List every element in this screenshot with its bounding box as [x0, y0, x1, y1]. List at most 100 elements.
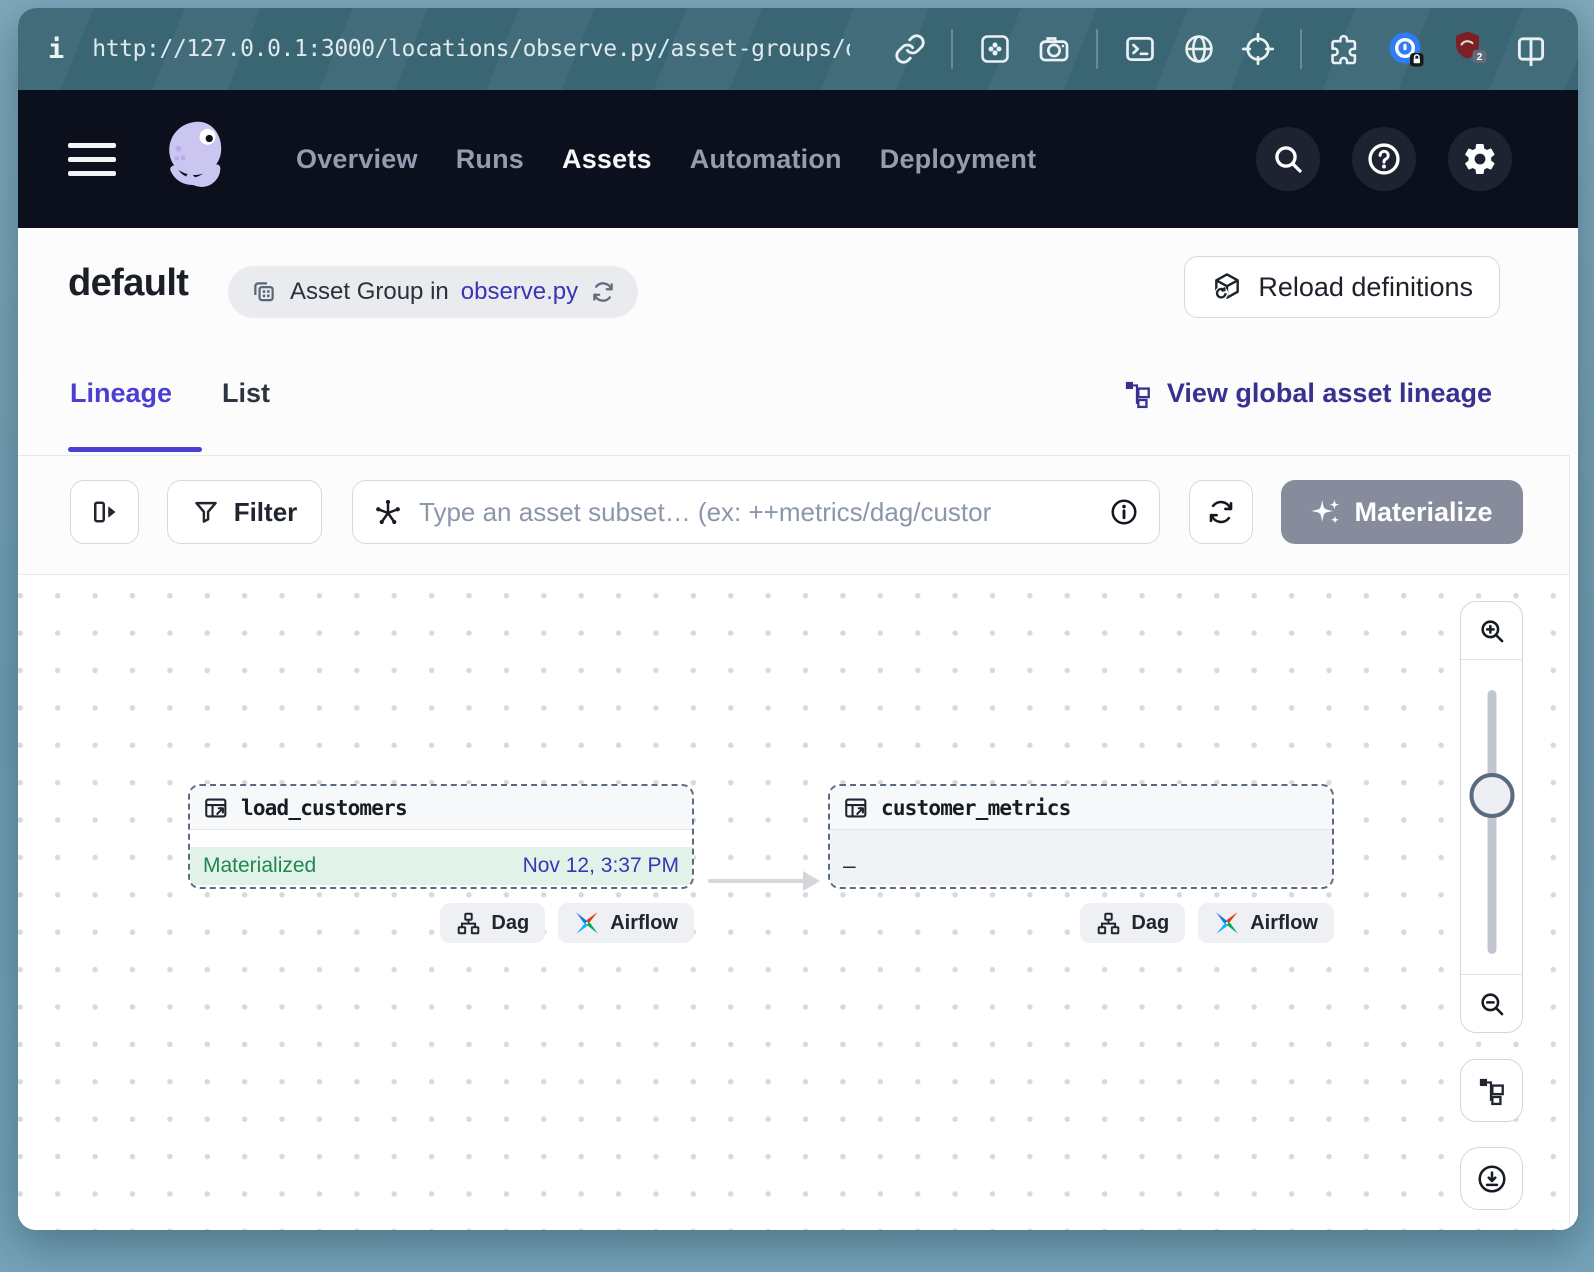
info-icon[interactable] [1109, 497, 1139, 527]
search-icon [1272, 143, 1304, 175]
asset-name: customer_metrics [881, 796, 1071, 820]
globe-icon[interactable] [1182, 32, 1216, 66]
browser-toolbar: i http://127.0.0.1:3000/locations/observ… [18, 8, 1578, 90]
zoom-in-icon [1478, 617, 1506, 645]
asset-group-label: Asset Group in [290, 278, 449, 306]
airflow-icon [1214, 910, 1240, 936]
filter-label: Filter [234, 497, 298, 528]
download-button[interactable] [1460, 1147, 1523, 1210]
menu-icon[interactable] [68, 143, 116, 176]
help-icon [1366, 141, 1402, 177]
expand-panel-button[interactable] [70, 480, 139, 544]
asset-group-badge: Asset Group in observe.py [228, 266, 638, 318]
zoom-slider[interactable] [1461, 659, 1522, 975]
asset-status-bar: Materialized Nov 12, 3:37 PM [190, 847, 692, 885]
nav-item-automation[interactable]: Automation [690, 144, 842, 175]
reload-definitions-button[interactable]: Reload definitions [1184, 256, 1500, 318]
help-button[interactable] [1352, 127, 1416, 191]
asset-status-bar: – [830, 847, 1332, 885]
tab-lineage[interactable]: Lineage [70, 378, 172, 409]
reload-cube-icon [1211, 271, 1243, 303]
expand-panel-icon [90, 497, 120, 527]
asset-tags-load-customers: Dag Airflow [440, 903, 694, 943]
asset-table-icon [843, 795, 869, 821]
asset-group-file-link[interactable]: observe.py [461, 278, 578, 306]
refresh-graph-button[interactable] [1189, 480, 1253, 544]
dag-tag-label: Dag [491, 912, 529, 935]
asset-node-load-customers[interactable]: load_customers Materialized Nov 12, 3:37… [188, 784, 694, 889]
reload-definitions-label: Reload definitions [1258, 272, 1473, 303]
asset-node-customer-metrics[interactable]: customer_metrics – [828, 784, 1334, 889]
toolbar-separator [951, 29, 953, 69]
nav-item-runs[interactable]: Runs [456, 144, 524, 175]
dag-icon [1096, 911, 1121, 936]
dag-tag-label: Dag [1131, 912, 1169, 935]
crosshair-icon[interactable] [1241, 32, 1275, 66]
asset-status: – [843, 854, 856, 878]
shield-badge-count: 2 [1477, 52, 1483, 63]
address-bar[interactable]: http://127.0.0.1:3000/locations/observe.… [92, 36, 850, 62]
asset-subset-input[interactable] [419, 497, 1093, 528]
download-icon [1476, 1163, 1508, 1195]
split-view-icon[interactable] [1514, 32, 1548, 66]
password-manager-icon[interactable] [1386, 29, 1426, 69]
nav-item-overview[interactable]: Overview [296, 144, 418, 175]
materialize-button[interactable]: Materialize [1281, 480, 1523, 544]
app-navbar: Overview Runs Assets Automation Deployme… [18, 90, 1578, 228]
active-tab-underline [68, 447, 202, 452]
lineage-graph-icon [1477, 1076, 1507, 1106]
asset-name: load_customers [241, 796, 407, 820]
dag-icon [456, 911, 481, 936]
site-favicon: i [48, 34, 64, 65]
airflow-tag-label: Airflow [1250, 912, 1318, 935]
view-global-lineage-link[interactable]: View global asset lineage [1123, 378, 1492, 409]
tabs-divider [18, 455, 1578, 456]
asset-subset-searchbox [352, 480, 1160, 544]
airflow-tag-label: Airflow [610, 912, 678, 935]
filter-button[interactable]: Filter [167, 480, 322, 544]
sync-icon[interactable] [590, 279, 616, 305]
gear-icon [1462, 141, 1498, 177]
tab-list[interactable]: List [222, 378, 270, 409]
zoom-out-button[interactable] [1461, 975, 1522, 1032]
materialize-label: Materialize [1354, 497, 1492, 528]
lineage-canvas[interactable]: load_customers Materialized Nov 12, 3:37… [18, 574, 1578, 1230]
camera-icon[interactable] [1037, 32, 1071, 66]
dag-tag[interactable]: Dag [440, 903, 545, 943]
extensions-puzzle-icon[interactable] [1327, 32, 1361, 66]
asset-status: Materialized [203, 854, 316, 878]
lineage-graph-icon [1123, 379, 1153, 409]
browser-window: i http://127.0.0.1:3000/locations/observ… [18, 8, 1578, 1230]
asset-table-icon [203, 795, 229, 821]
refresh-icon [1206, 497, 1236, 527]
nav-item-assets[interactable]: Assets [562, 144, 652, 175]
airflow-tag[interactable]: Airflow [558, 903, 694, 943]
asset-materialized-time[interactable]: Nov 12, 3:37 PM [523, 854, 679, 878]
link-icon[interactable] [894, 33, 926, 65]
page-content: default Asset Group in observe.py Reload… [18, 228, 1578, 1230]
airflow-tag[interactable]: Airflow [1198, 903, 1334, 943]
lineage-edge-arrow [708, 879, 804, 883]
zoom-slider-thumb[interactable] [1469, 773, 1514, 818]
sparkles-icon [1311, 497, 1341, 527]
zoom-in-button[interactable] [1461, 602, 1522, 659]
dagster-logo[interactable] [158, 118, 240, 200]
filter-funnel-icon [192, 498, 220, 526]
screenshot-flower-icon[interactable] [978, 32, 1012, 66]
page-title: default [68, 262, 188, 305]
nav-item-deployment[interactable]: Deployment [880, 144, 1037, 175]
view-global-lineage-label: View global asset lineage [1167, 378, 1492, 409]
terminal-icon[interactable] [1123, 32, 1157, 66]
asset-tags-customer-metrics: Dag Airflow [1080, 903, 1334, 943]
fit-graph-button[interactable] [1460, 1059, 1523, 1122]
scrollbar-gutter[interactable] [1569, 455, 1578, 1230]
asset-group-icon [250, 278, 278, 306]
adblock-shield-icon[interactable]: 2 [1451, 29, 1489, 69]
zoom-panel [1460, 601, 1523, 1033]
toolbar-separator [1300, 29, 1302, 69]
airflow-icon [574, 910, 600, 936]
dag-tag[interactable]: Dag [1080, 903, 1185, 943]
zoom-slider-track[interactable] [1487, 690, 1496, 954]
search-button[interactable] [1256, 127, 1320, 191]
settings-button[interactable] [1448, 127, 1512, 191]
